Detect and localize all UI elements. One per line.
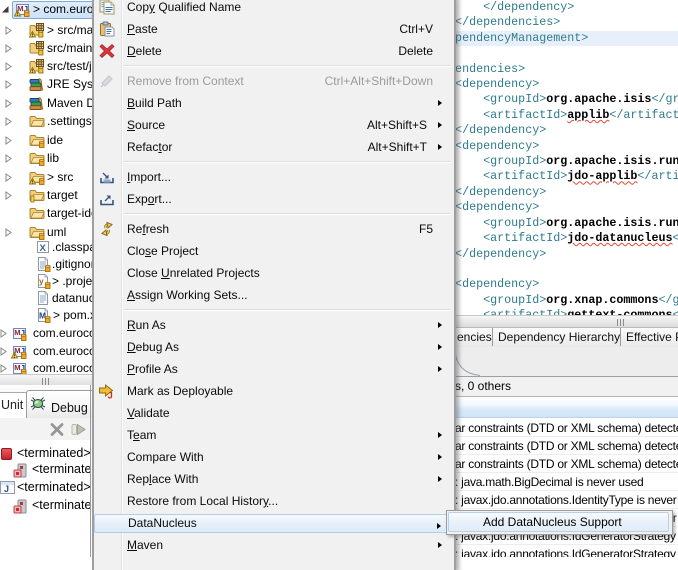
svg-text:y: y xyxy=(39,276,44,286)
svg-text:M: M xyxy=(39,311,46,321)
svg-text:J: J xyxy=(108,391,113,400)
svg-text:X: X xyxy=(40,243,47,254)
svg-text:J: J xyxy=(4,484,9,494)
